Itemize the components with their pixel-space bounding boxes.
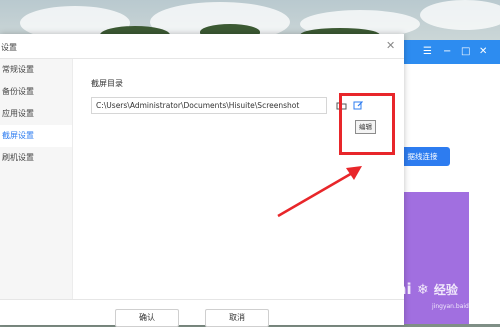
watermark-text-2: 经验 xyxy=(433,283,458,297)
watermark-text: Bai xyxy=(385,280,412,298)
annotation-arrow xyxy=(277,166,362,218)
paw-icon: ❄ xyxy=(416,282,429,298)
watermark-url: jingyan.baidu.com xyxy=(432,303,488,310)
